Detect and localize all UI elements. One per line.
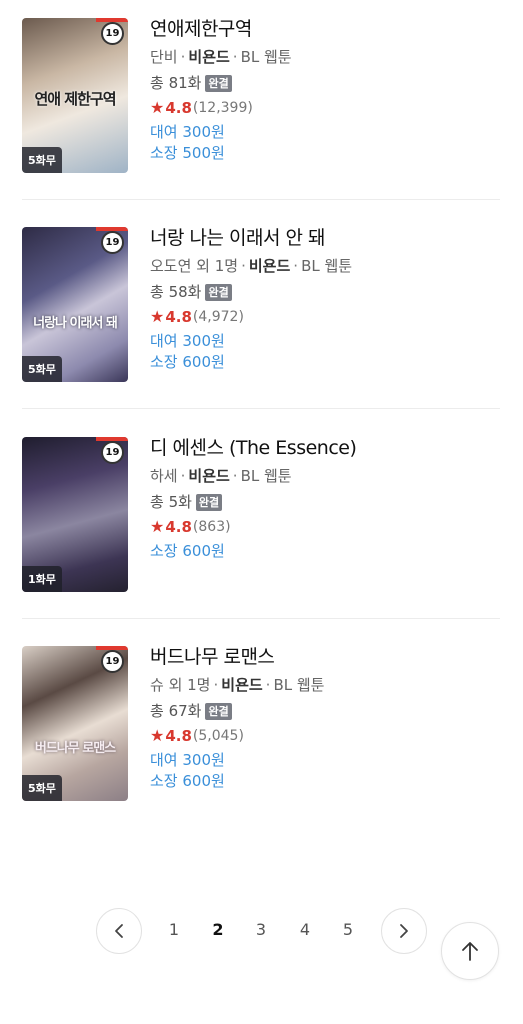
star-icon: ★ [150, 517, 165, 536]
divider [22, 408, 500, 409]
page-number[interactable]: 5 [336, 920, 360, 939]
episode-count: 총 67화 [150, 702, 202, 720]
age-rating-badge: 19 [101, 231, 124, 254]
cover-title-text: 연애 제한구역 [34, 90, 116, 108]
own-price: 소장 500원 [150, 144, 225, 162]
author[interactable]: 단비 [150, 48, 178, 66]
cover-thumbnail[interactable]: 버드나무 로맨스 19 5화무 [22, 646, 128, 801]
free-episodes-badge: 5화무 [22, 775, 62, 801]
item-title[interactable]: 연애제한구역 [150, 18, 500, 40]
list-item[interactable]: 버드나무 로맨스 19 5화무 버드나무 로맨스 슈 외 1명 · 비욘드 · BL 웹… [22, 646, 500, 801]
rating-score: 4.8 [165, 308, 192, 326]
completed-badge: 완결 [205, 74, 232, 92]
author[interactable]: 오도연 외 1명 [150, 257, 238, 275]
publisher[interactable]: 비욘드 [188, 48, 229, 66]
divider [22, 618, 500, 619]
rent-price: 대여 300원 [150, 123, 225, 141]
star-icon: ★ [150, 307, 165, 326]
free-episodes-badge: 1화무 [22, 566, 62, 592]
completed-badge: 완결 [195, 493, 223, 511]
episode-count: 총 5화 [150, 493, 192, 511]
genre: BL 웹툰 [273, 676, 325, 694]
episode-count: 총 58화 [150, 283, 202, 301]
item-title[interactable]: 디 에센스 (The Essence) [150, 437, 500, 459]
separator: · [241, 257, 246, 275]
divider [22, 199, 500, 200]
free-episodes-badge: 5화무 [22, 356, 62, 382]
cover-title-text: 너랑나 이래서 돼 [33, 316, 118, 331]
separator: · [232, 467, 238, 485]
rating-count: (863) [192, 519, 231, 535]
publisher[interactable]: 비욘드 [249, 257, 290, 275]
author[interactable]: 하세 [150, 467, 178, 485]
separator: · [213, 676, 219, 694]
scroll-to-top-button[interactable] [441, 922, 499, 980]
publisher[interactable]: 비욘드 [221, 676, 262, 694]
chevron-left-icon [115, 924, 123, 938]
separator: · [293, 257, 299, 275]
rating-score: 4.8 [165, 727, 192, 745]
age-rating-badge: 19 [101, 22, 124, 45]
arrow-up-icon [462, 942, 478, 961]
cover-title-text: 버드나무 로맨스 [34, 741, 116, 756]
age-rating-badge: 19 [101, 441, 124, 464]
own-price: 소장 600원 [150, 772, 225, 790]
page-number-current[interactable]: 2 [206, 920, 230, 939]
cover-thumbnail[interactable]: 연애 제한구역 19 5화무 [22, 18, 128, 173]
separator: · [180, 467, 186, 485]
genre: BL 웹툰 [301, 257, 353, 275]
completed-badge: 완결 [205, 283, 232, 301]
rating-count: (4,972) [192, 309, 244, 325]
separator: · [232, 48, 238, 66]
rating-score: 4.8 [165, 99, 192, 117]
prev-page-button[interactable] [96, 908, 142, 954]
list-item[interactable]: 연애 제한구역 19 5화무 연애제한구역 단비 · 비욘드 · BL 웹툰 총 81화… [22, 18, 500, 200]
author[interactable]: 슈 외 1명 [150, 676, 210, 694]
rating-count: (12,399) [192, 100, 253, 116]
chevron-right-icon [400, 924, 408, 938]
episode-count: 총 81화 [150, 74, 202, 92]
page-number[interactable]: 1 [162, 920, 186, 939]
list-item[interactable]: 19 1화무 디 에센스 (The Essence) 하세 · 비욘드 · BL 웹툰 … [22, 437, 500, 619]
genre: BL 웹툰 [240, 48, 292, 66]
completed-badge: 완결 [205, 702, 232, 720]
own-price: 소장 600원 [150, 353, 225, 371]
rent-price: 대여 300원 [150, 332, 225, 350]
item-title[interactable]: 버드나무 로맨스 [150, 646, 500, 668]
own-price: 소장 600원 [150, 542, 225, 560]
cover-thumbnail[interactable]: 19 1화무 [22, 437, 128, 592]
separator: · [265, 676, 271, 694]
separator: · [180, 48, 186, 66]
item-title[interactable]: 너랑 나는 이래서 안 돼 [150, 227, 500, 249]
age-rating-badge: 19 [101, 650, 124, 673]
cover-thumbnail[interactable]: 너랑나 이래서 돼 19 5화무 [22, 227, 128, 382]
rating-count: (5,045) [192, 728, 244, 744]
publisher[interactable]: 비욘드 [188, 467, 229, 485]
free-episodes-badge: 5화무 [22, 147, 62, 173]
next-page-button[interactable] [381, 908, 427, 954]
genre: BL 웹툰 [240, 467, 292, 485]
page-number[interactable]: 3 [249, 920, 273, 939]
page-number[interactable]: 4 [293, 920, 317, 939]
rating-score: 4.8 [165, 518, 192, 536]
rent-price: 대여 300원 [150, 751, 225, 769]
star-icon: ★ [150, 98, 165, 117]
list-item[interactable]: 너랑나 이래서 돼 19 5화무 너랑 나는 이래서 안 돼 오도연 외 1명 ·… [22, 227, 500, 409]
star-icon: ★ [150, 726, 165, 745]
